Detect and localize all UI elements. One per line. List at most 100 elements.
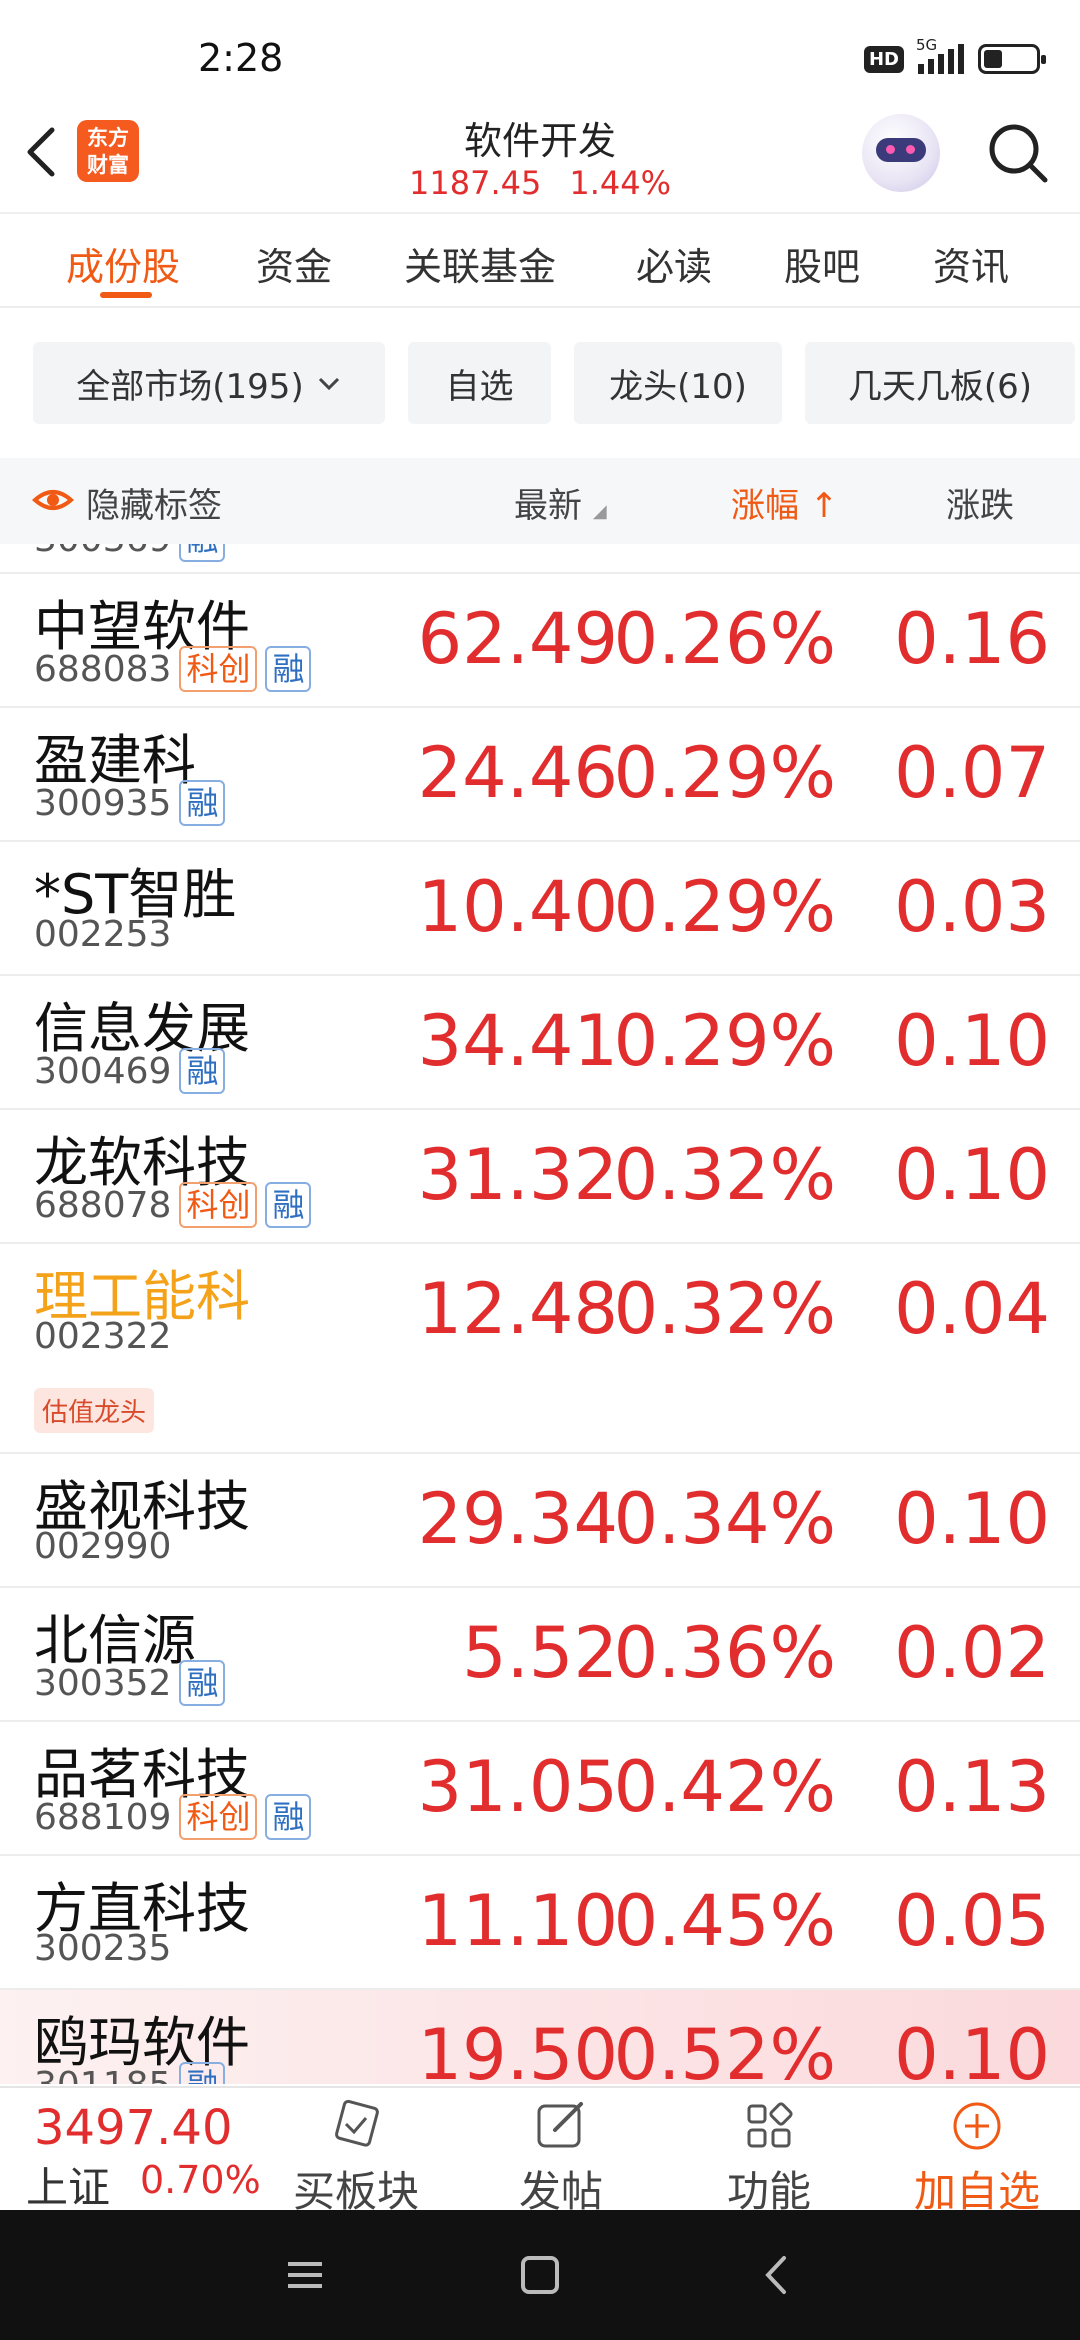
change-amount: 0.04: [894, 1268, 1050, 1350]
change-amount: 0.02: [894, 1612, 1050, 1694]
table-row[interactable]: 品茗科技 688109 科创融 31.05 0.42% 0.13: [0, 1722, 1080, 1856]
bottom-toolbar: 3497.40 上证 0.70% 买板块 发帖 功能 加自选: [0, 2086, 1080, 2216]
latest-price: 62.49: [417, 598, 618, 680]
margin-tag: 融: [179, 1660, 226, 1706]
table-row[interactable]: 方直科技 300235 11.10 0.45% 0.05: [0, 1856, 1080, 1990]
menu-icon[interactable]: [280, 2250, 330, 2300]
margin-tag: 融: [265, 1794, 312, 1840]
table-row[interactable]: 信息发展 300469 融 34.41 0.29% 0.10: [0, 976, 1080, 1110]
column-latest[interactable]: 最新 ◢: [514, 478, 607, 527]
sort-arrow-up-icon: ↑: [809, 486, 839, 526]
change-pct: 0.29%: [613, 1000, 836, 1082]
tab-funds[interactable]: 资金: [256, 236, 332, 291]
hide-tags-toggle[interactable]: 隐藏标签: [86, 478, 222, 527]
change-amount: 0.03: [894, 866, 1050, 948]
app-logo[interactable]: 东方 财富: [77, 120, 139, 182]
change-amount: 0.10: [894, 1478, 1050, 1560]
back-nav-icon[interactable]: [752, 2250, 802, 2300]
stock-code: 002253: [34, 914, 172, 955]
assistant-robot-icon[interactable]: [862, 114, 940, 192]
column-change-pct[interactable]: 涨幅 ↑: [731, 478, 838, 527]
sector-index-value: 1187.45: [409, 164, 542, 202]
margin-tag: 融: [179, 780, 226, 826]
margin-tag: 融: [179, 1048, 226, 1094]
change-pct: 0.26%: [613, 598, 836, 680]
column-change[interactable]: 涨跌: [946, 478, 1014, 527]
table-row-highlighted[interactable]: 鸥玛软件 301185融 19.50 0.52% 0.10: [0, 1990, 1080, 2084]
stock-code: 300352: [34, 1662, 172, 1704]
eye-icon[interactable]: [32, 480, 74, 520]
filter-consecutive-limit[interactable]: 几天几板(6): [805, 342, 1075, 424]
stock-code: 300935: [34, 782, 172, 824]
status-bar: 2:28 HD 5G: [0, 0, 1080, 110]
table-row[interactable]: 北信源 300352 融 5.52 0.36% 0.02: [0, 1588, 1080, 1722]
sort-triangle-icon: ◢: [592, 501, 607, 522]
change-amount: 0.13: [894, 1746, 1050, 1828]
filter-all-markets[interactable]: 全部市场(195): [33, 342, 385, 424]
tab-constituents[interactable]: 成份股: [66, 236, 180, 291]
tab-must-read[interactable]: 必读: [636, 236, 712, 291]
table-row[interactable]: 盈建科 300935 融 24.46 0.29% 0.07: [0, 708, 1080, 842]
latest-price: 31.32: [417, 1134, 618, 1216]
stock-code: 300369: [34, 544, 171, 560]
change-pct: 0.29%: [613, 732, 836, 814]
tab-stock-forum[interactable]: 股吧: [784, 236, 860, 291]
tab-news[interactable]: 资讯: [933, 236, 1009, 291]
stock-code: 300235: [34, 1928, 172, 1969]
stock-code: 688083: [34, 648, 172, 690]
table-row[interactable]: 中望软件 688083 科创融 62.49 0.26% 0.16: [0, 574, 1080, 708]
change-pct: 0.34%: [613, 1478, 836, 1560]
change-pct: 0.52%: [613, 2014, 836, 2084]
chevron-down-icon: [318, 377, 339, 391]
post-button[interactable]: 发帖: [481, 2088, 641, 2216]
home-icon[interactable]: [515, 2250, 565, 2300]
stock-list: 300369 融 中望软件 688083科创融 62.49 0.26% 0.16…: [0, 544, 1080, 2084]
battery-icon: [978, 44, 1046, 74]
change-pct: 0.29%: [613, 866, 836, 948]
header: 软件开发 1187.45 1.44% 东方 财富: [0, 110, 1080, 210]
latest-price: 34.41: [417, 1000, 618, 1082]
table-row[interactable]: 理工能科 002322 估值龙头 12.48 0.32% 0.04: [0, 1244, 1080, 1454]
change-pct: 0.32%: [613, 1134, 836, 1216]
change-amount: 0.07: [894, 732, 1050, 814]
table-row[interactable]: 300369 融: [0, 544, 1080, 574]
valuation-leader-badge[interactable]: 估值龙头: [34, 1388, 155, 1433]
star-market-tag: 科创: [179, 1182, 258, 1228]
add-watchlist-button[interactable]: 加自选: [897, 2088, 1057, 2216]
latest-price: 5.52: [462, 1612, 618, 1694]
functions-button[interactable]: 功能: [689, 2088, 849, 2216]
stock-code: 301185: [34, 2065, 171, 2085]
search-icon[interactable]: [985, 120, 1051, 186]
filter-leaders[interactable]: 龙头(10): [574, 342, 782, 424]
buy-block-button[interactable]: 买板块: [276, 2088, 436, 2216]
filter-watchlist[interactable]: 自选: [408, 342, 551, 424]
signal-icon: 5G: [916, 36, 964, 74]
latest-price: 31.05: [417, 1746, 618, 1828]
buy-block-icon: [335, 2099, 379, 2147]
change-pct: 0.45%: [613, 1880, 836, 1962]
plus-circle-icon: [953, 2102, 1001, 2150]
system-nav-bar: [0, 2210, 1080, 2340]
back-icon[interactable]: [22, 122, 62, 182]
latest-price: 12.48: [417, 1268, 618, 1350]
hd-icon: HD: [863, 45, 904, 73]
margin-tag: 融: [265, 1182, 312, 1228]
edit-icon: [537, 2102, 583, 2148]
latest-price: 10.40: [417, 866, 618, 948]
stock-code: 002322: [34, 1316, 172, 1357]
stock-code: 688078: [34, 1184, 172, 1226]
table-row[interactable]: 龙软科技 688078 科创融 31.32 0.32% 0.10: [0, 1110, 1080, 1244]
change-amount: 0.16: [894, 598, 1050, 680]
table-row[interactable]: *ST智胜 002253 10.40 0.29% 0.03: [0, 842, 1080, 976]
tab-bar: 成份股 资金 关联基金 必读 股吧 资讯: [0, 212, 1080, 308]
table-row[interactable]: 盛视科技 002990 29.34 0.34% 0.10: [0, 1454, 1080, 1588]
network-type: 5G: [916, 36, 938, 54]
star-market-tag: 科创: [179, 646, 258, 692]
change-pct: 0.36%: [613, 1612, 836, 1694]
tab-related-funds[interactable]: 关联基金: [404, 236, 556, 291]
change-pct: 0.42%: [613, 1746, 836, 1828]
margin-tag: 融: [179, 544, 226, 562]
index-name: 上证: [26, 2163, 111, 2212]
change-amount: 0.10: [894, 1000, 1050, 1082]
change-amount: 0.05: [894, 1880, 1050, 1962]
